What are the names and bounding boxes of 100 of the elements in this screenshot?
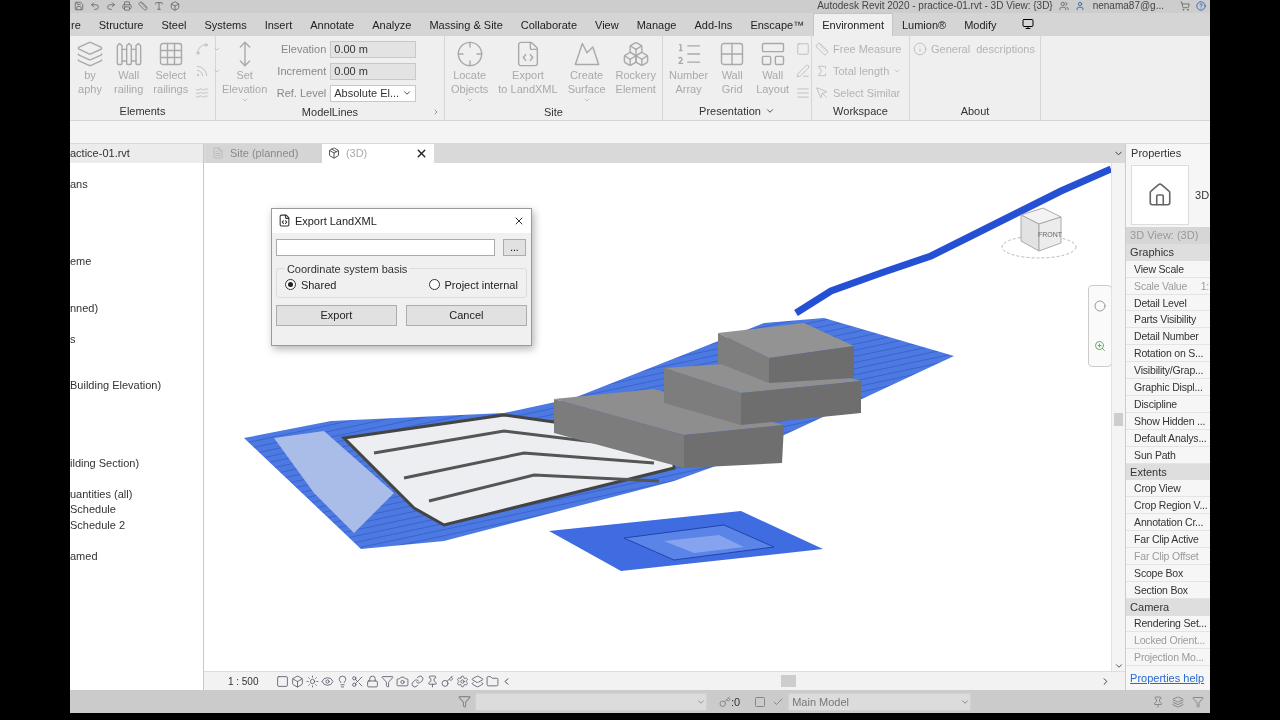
property-row[interactable]: Discipline [1126, 395, 1210, 413]
square-icon[interactable] [754, 695, 767, 708]
ribbon-tab[interactable]: Collaborate [511, 13, 587, 36]
ribbon-tab[interactable]: Enscape™ [741, 13, 814, 36]
scale-label[interactable]: 1 : 500 [227, 675, 259, 687]
steering-wheel-icon[interactable] [1093, 299, 1106, 312]
browser-item[interactable]: Schedule 2 [70, 517, 203, 534]
view-cube-icon[interactable] [1001, 207, 1077, 259]
panel-toggle-icon[interactable] [1021, 18, 1034, 31]
help-icon[interactable] [1196, 1, 1206, 12]
filter-icon[interactable] [381, 674, 395, 688]
redo-icon[interactable] [106, 1, 116, 12]
browser-item[interactable]: ilding Section) [70, 455, 203, 472]
property-row[interactable]: Parts Visibility [1126, 311, 1210, 329]
lock-icon[interactable] [366, 674, 380, 688]
user-name[interactable]: nenama87@g... [1092, 1, 1164, 12]
ribbon-tab[interactable]: Manage [627, 13, 686, 36]
browser-item[interactable]: amed [70, 548, 203, 565]
help-link[interactable]: Properties help [1130, 672, 1210, 685]
dialog-launcher-icon[interactable] [432, 107, 440, 116]
ribbon-tab[interactable]: Lumion® [892, 13, 956, 36]
property-row[interactable]: Rotation on S... [1126, 345, 1210, 363]
user-icon[interactable] [1074, 1, 1085, 12]
path-field[interactable] [275, 238, 495, 256]
text-icon[interactable] [154, 1, 164, 12]
property-row[interactable]: Visibility/Grap... [1126, 362, 1210, 380]
save-icon[interactable] [74, 1, 84, 12]
browser-item[interactable]: nned) [70, 300, 203, 317]
cube-icon[interactable] [170, 1, 180, 12]
browser-item[interactable]: Schedule [70, 502, 203, 518]
key-icon[interactable] [441, 674, 455, 688]
layers-icon[interactable] [471, 674, 485, 688]
curve-icon [195, 42, 210, 57]
folder-icon[interactable] [486, 674, 500, 688]
property-row[interactable]: Far Clip Active [1126, 531, 1210, 548]
eye-icon[interactable] [321, 674, 335, 688]
browser-item[interactable]: eme [70, 254, 203, 270]
zoom-icon[interactable] [1093, 339, 1106, 352]
cart-icon[interactable] [1180, 1, 1190, 12]
property-row[interactable]: Sun Path [1126, 446, 1210, 464]
dialog-button[interactable]: Export [275, 304, 397, 326]
info-icon [913, 42, 927, 57]
property-row[interactable]: Scope Box [1126, 564, 1210, 582]
key-icon[interactable] [719, 695, 731, 708]
radio-option[interactable]: Shared [284, 278, 337, 291]
gear-icon[interactable] [456, 674, 470, 688]
ribbon-tab[interactable]: Massing & Site [420, 13, 512, 36]
radio-button[interactable] [428, 279, 440, 291]
property-row[interactable]: Graphic Displ... [1126, 379, 1210, 396]
workset-field[interactable] [475, 692, 707, 711]
property-row[interactable]: Detail Level [1126, 294, 1210, 312]
property-row[interactable]: Section Box [1126, 581, 1210, 599]
printer-icon[interactable] [122, 1, 132, 12]
ribbon-tab[interactable]: Systems [195, 13, 256, 36]
ribbon-tab[interactable]: Modify [955, 13, 1006, 36]
panel-title: Workspace [833, 105, 888, 118]
property-row[interactable]: Rendering Set... [1126, 615, 1210, 633]
link-icon[interactable] [411, 674, 425, 688]
app-icon [277, 214, 291, 228]
property-row[interactable]: Crop Region V... [1126, 497, 1210, 515]
dialog-button[interactable]: Cancel [405, 304, 527, 326]
filter-icon[interactable] [1192, 695, 1204, 708]
layers-icon[interactable] [1172, 695, 1184, 708]
ribbon-tab[interactable]: Add-Ins [685, 13, 742, 36]
cube-icon[interactable] [291, 674, 305, 688]
scrollbar-thumb[interactable] [1114, 412, 1124, 426]
ribbon-tab[interactable]: Structure [89, 13, 153, 36]
browser-item[interactable]: ans [70, 176, 203, 193]
ribbon-tab[interactable]: Environment [813, 13, 893, 36]
property-row[interactable]: Default Analys... [1126, 429, 1210, 447]
vertical-scrollbar[interactable] [1111, 162, 1126, 672]
radio-option[interactable]: Project internal [428, 278, 518, 291]
property-row[interactable]: View Scale [1126, 260, 1210, 278]
ruler-icon[interactable] [138, 1, 148, 12]
ribbon-tab[interactable]: Steel [152, 13, 196, 36]
pin-icon[interactable] [426, 674, 440, 688]
ribbon-tab[interactable]: Insert [255, 13, 302, 36]
property-row[interactable]: Show Hidden ... [1126, 412, 1210, 430]
property-row[interactable]: Crop View [1126, 480, 1210, 498]
browser-item[interactable]: s [70, 331, 203, 348]
ribbon-tab[interactable]: re [70, 13, 90, 36]
arcs-icon [195, 64, 210, 79]
browser-item[interactable]: Building Elevation) [70, 378, 203, 394]
navigation-bar[interactable] [1087, 284, 1112, 367]
browse-button[interactable]: ... [502, 238, 526, 256]
camera-icon[interactable] [396, 674, 410, 688]
dropdown-field[interactable]: Absolute El... [330, 84, 417, 102]
radio-button[interactable] [284, 279, 296, 291]
property-row[interactable]: Detail Number [1126, 328, 1210, 346]
scrollbar-thumb[interactable] [781, 675, 797, 688]
property-row[interactable]: Annotation Cr... [1126, 514, 1210, 532]
square-icon[interactable] [276, 674, 290, 688]
ribbon-tab[interactable]: Analyze [363, 13, 421, 36]
ribbon-tab[interactable]: View [586, 13, 628, 36]
pin-icon[interactable] [1152, 695, 1164, 708]
undo-icon[interactable] [90, 1, 100, 12]
browser-item[interactable]: uantities (all) [70, 486, 203, 503]
sun-icon[interactable] [306, 674, 320, 688]
scissors-icon[interactable] [351, 674, 365, 688]
ribbon-tab[interactable]: Annotate [301, 13, 364, 36]
